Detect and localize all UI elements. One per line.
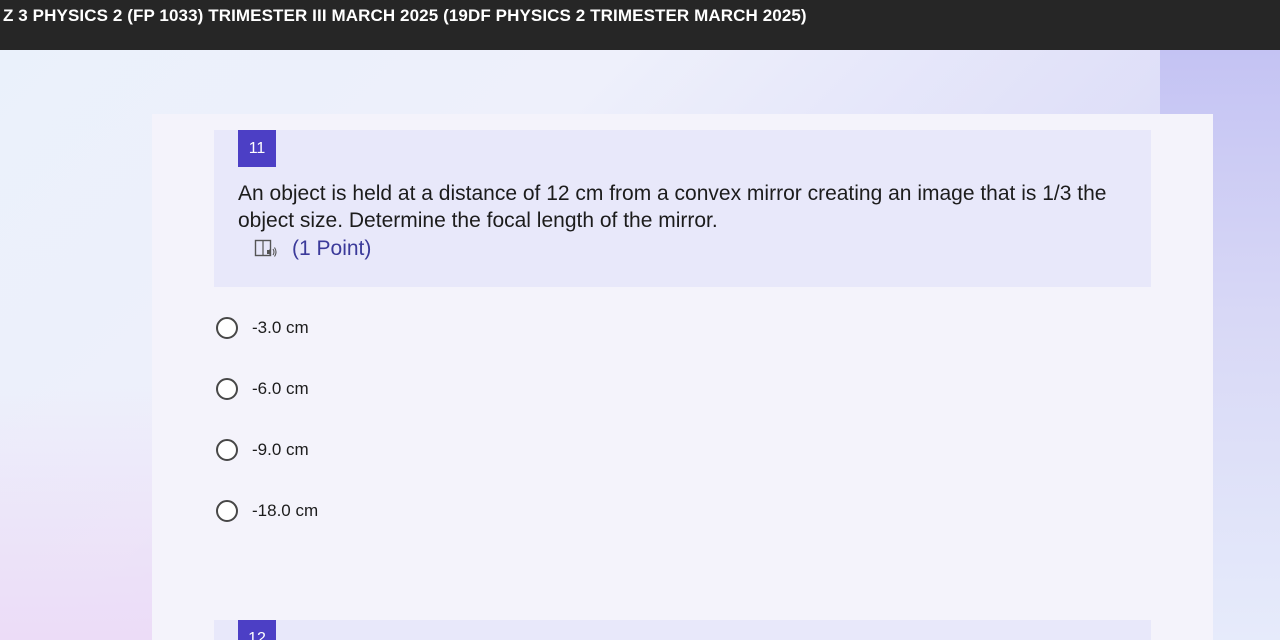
- radio-button[interactable]: [216, 378, 238, 400]
- radio-button[interactable]: [216, 500, 238, 522]
- question-card: 11 An object is held at a distance of 12…: [152, 114, 1213, 640]
- question-header: 11 An object is held at a distance of 12…: [214, 130, 1151, 287]
- next-question-header: 12: [214, 620, 1151, 640]
- option-label: -3.0 cm: [252, 318, 309, 337]
- option-label: -9.0 cm: [252, 440, 309, 459]
- answer-option[interactable]: -9.0 cm: [216, 436, 309, 464]
- radio-button[interactable]: [216, 439, 238, 461]
- answer-option[interactable]: -6.0 cm: [216, 375, 309, 403]
- question-number-badge: 11: [238, 130, 276, 167]
- option-label: -18.0 cm: [252, 501, 319, 520]
- question-meta: (1 Point): [254, 236, 371, 262]
- background-gradient-left: [0, 380, 160, 640]
- question-text: An object is held at a distance of 12 cm…: [238, 182, 1107, 232]
- answer-option[interactable]: -3.0 cm: [216, 314, 309, 342]
- form-title: Z 3 PHYSICS 2 (FP 1033) TRIMESTER III MA…: [3, 6, 807, 25]
- answer-option[interactable]: -18.0 cm: [216, 497, 318, 525]
- top-bar: Z 3 PHYSICS 2 (FP 1033) TRIMESTER III MA…: [0, 0, 1280, 50]
- radio-button[interactable]: [216, 317, 238, 339]
- immersive-reader-icon[interactable]: [254, 238, 278, 260]
- question-points: (1 Point): [292, 237, 372, 260]
- next-question-number-badge: 12: [238, 620, 276, 640]
- option-label: -6.0 cm: [252, 379, 309, 398]
